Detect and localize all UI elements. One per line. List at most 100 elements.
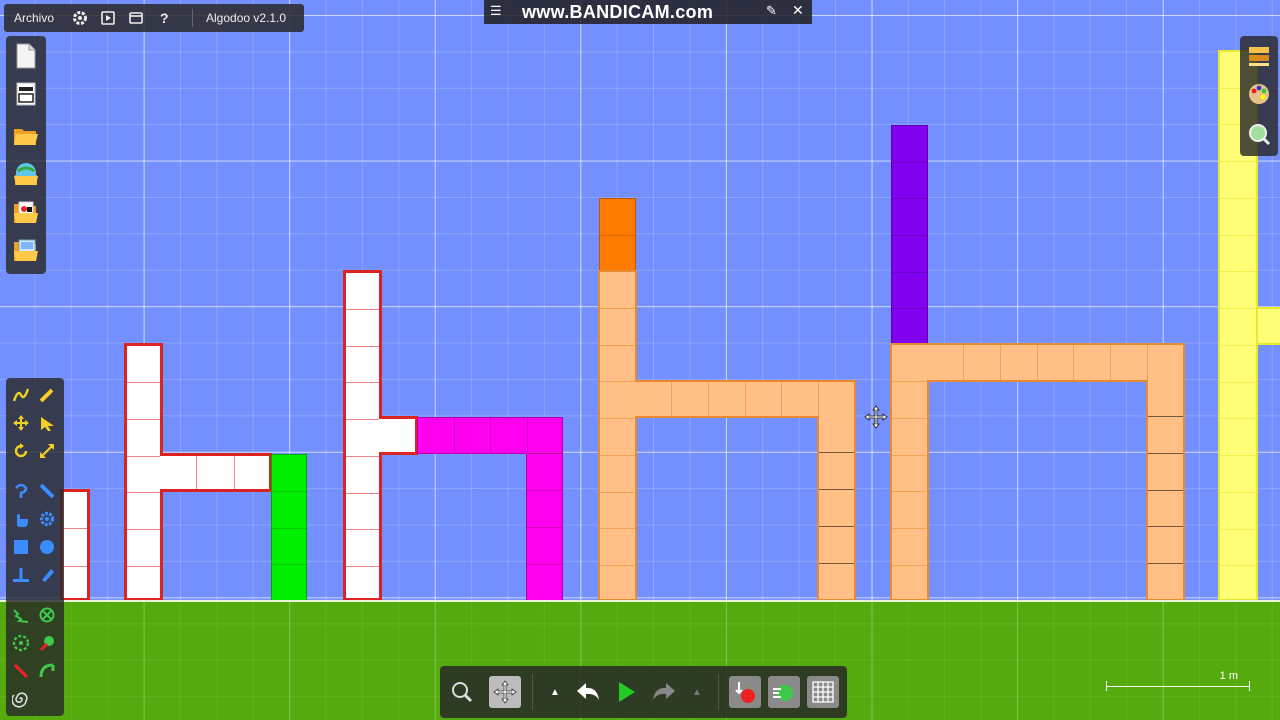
peach-block-leg-1[interactable] bbox=[817, 416, 856, 601]
scale-tool-button[interactable] bbox=[36, 440, 58, 462]
magenta-block-leg[interactable] bbox=[526, 453, 563, 601]
knife-tool-button[interactable] bbox=[36, 480, 58, 502]
brush-tool-button[interactable] bbox=[36, 564, 58, 586]
properties-icon bbox=[16, 82, 36, 106]
white-block-arm-2[interactable] bbox=[379, 416, 418, 455]
plane-tool-button[interactable] bbox=[10, 564, 32, 586]
block-cell-divider bbox=[1220, 308, 1256, 310]
block-cell-divider bbox=[1148, 563, 1183, 565]
drag-tool-button[interactable] bbox=[36, 412, 58, 434]
recorder-watermark: www.BANDICAM.com bbox=[522, 2, 714, 22]
gear-tool-button[interactable] bbox=[36, 508, 58, 530]
film-play-icon bbox=[101, 11, 115, 25]
redo-button[interactable] bbox=[648, 676, 680, 708]
layers-tool-button[interactable] bbox=[1245, 42, 1273, 70]
white-block-arm-1[interactable] bbox=[160, 453, 272, 492]
peach-block-stem-1[interactable] bbox=[598, 270, 637, 601]
block-cell-divider bbox=[1220, 197, 1256, 199]
rope-tool-button[interactable] bbox=[10, 480, 32, 502]
settings-button[interactable] bbox=[72, 4, 88, 32]
block-cell-divider bbox=[127, 381, 160, 383]
block-cell-divider bbox=[1148, 526, 1183, 528]
rotate-tool-button[interactable] bbox=[10, 440, 32, 462]
block-cell-divider bbox=[707, 382, 709, 416]
simulation-canvas[interactable]: 1 m bbox=[0, 0, 1280, 720]
hinge-tool-button[interactable] bbox=[10, 632, 32, 654]
chain-tool-button[interactable] bbox=[36, 660, 58, 682]
fixate-tool-button[interactable] bbox=[36, 604, 58, 626]
block-cell-divider bbox=[527, 527, 562, 528]
yellow-block-side[interactable] bbox=[1256, 307, 1280, 345]
laser-tool-button[interactable] bbox=[10, 660, 32, 682]
recorder-menu-icon[interactable]: ☰ bbox=[490, 3, 502, 19]
scale-bar-label: 1 m bbox=[1219, 670, 1238, 682]
block-cell-divider bbox=[346, 345, 379, 347]
archivo-menu[interactable]: Archivo bbox=[14, 4, 54, 32]
block-cell-divider bbox=[819, 563, 854, 564]
orange-block-top[interactable] bbox=[599, 198, 636, 271]
pencil-tool-button[interactable] bbox=[36, 384, 58, 406]
gravity-toggle-button[interactable] bbox=[729, 676, 761, 708]
peach-block-leg-2[interactable] bbox=[1146, 380, 1185, 601]
sketch-tool-button[interactable] bbox=[10, 384, 32, 406]
play-movie-button[interactable] bbox=[100, 4, 116, 32]
inspect-tool-button[interactable] bbox=[1245, 120, 1273, 148]
white-block-stem-2[interactable] bbox=[343, 270, 382, 601]
block-cell-divider bbox=[346, 566, 379, 568]
magenta-block-bar[interactable] bbox=[417, 417, 563, 454]
phunlets-button[interactable] bbox=[12, 198, 40, 226]
block-cell-divider bbox=[63, 528, 87, 530]
spring-tool-button[interactable] bbox=[10, 604, 32, 626]
block-cell-divider bbox=[892, 235, 927, 236]
block-cell-divider bbox=[892, 565, 927, 567]
block-cell-divider bbox=[346, 382, 379, 384]
peach-block-bar-2[interactable] bbox=[927, 343, 1185, 382]
undo-menu-button[interactable]: ▲ bbox=[542, 676, 568, 708]
question-mark-icon: ? bbox=[160, 10, 169, 26]
window-button[interactable] bbox=[128, 4, 144, 32]
new-scene-button[interactable] bbox=[12, 42, 40, 70]
file-toolbar bbox=[6, 36, 46, 274]
green-block-column[interactable] bbox=[271, 454, 307, 601]
block-cell-divider bbox=[1220, 418, 1256, 420]
peach-block-bar-1[interactable] bbox=[635, 380, 856, 418]
play-button[interactable] bbox=[610, 676, 642, 708]
pencil-icon[interactable]: ✎ bbox=[766, 3, 777, 19]
block-cell-divider bbox=[962, 345, 964, 380]
block-cell-divider bbox=[63, 565, 87, 567]
save-scene-button[interactable] bbox=[12, 236, 40, 264]
tracer-tool-button[interactable] bbox=[36, 632, 58, 654]
pan-tool-button[interactable] bbox=[489, 676, 521, 708]
redo-menu-button[interactable]: ▲ bbox=[684, 676, 710, 708]
purple-block-column[interactable] bbox=[891, 125, 928, 345]
open-scene-button[interactable] bbox=[12, 122, 40, 150]
block-cell-divider bbox=[453, 418, 455, 453]
move-tool-button[interactable] bbox=[10, 412, 32, 434]
main-menu-bar: Archivo ? Algodoo v2.1.0 bbox=[4, 4, 304, 32]
browse-scenes-button[interactable] bbox=[12, 160, 40, 188]
help-button[interactable]: ? bbox=[160, 4, 169, 32]
air-friction-toggle-button[interactable] bbox=[768, 676, 800, 708]
undo-button[interactable] bbox=[572, 676, 604, 708]
block-cell-divider bbox=[127, 529, 160, 531]
white-block-left-edge[interactable] bbox=[60, 489, 90, 601]
fixate-icon bbox=[39, 607, 55, 623]
apple-gravity-icon bbox=[735, 682, 755, 703]
block-cell-divider bbox=[1220, 344, 1256, 346]
circle-tool-button[interactable] bbox=[36, 536, 58, 558]
app-title: Algodoo v2.1.0 bbox=[206, 4, 286, 32]
grid-toggle-button[interactable] bbox=[807, 676, 839, 708]
pan-icon bbox=[493, 680, 517, 704]
peach-block-stem-2[interactable] bbox=[890, 343, 929, 601]
palette-tool-button[interactable] bbox=[1245, 80, 1273, 108]
block-cell-divider bbox=[892, 161, 927, 163]
hand-tool-button[interactable] bbox=[10, 508, 32, 530]
gravity-tool-button[interactable] bbox=[10, 688, 32, 710]
scene-properties-button[interactable] bbox=[12, 80, 40, 108]
box-tool-button[interactable] bbox=[10, 536, 32, 558]
white-block-stem-1[interactable] bbox=[124, 343, 163, 601]
close-icon[interactable]: ✕ bbox=[792, 2, 804, 19]
simulation-toolbar: ▲ ▲ bbox=[440, 666, 847, 718]
box-icon bbox=[14, 540, 28, 554]
zoom-tool-button[interactable] bbox=[446, 676, 478, 708]
